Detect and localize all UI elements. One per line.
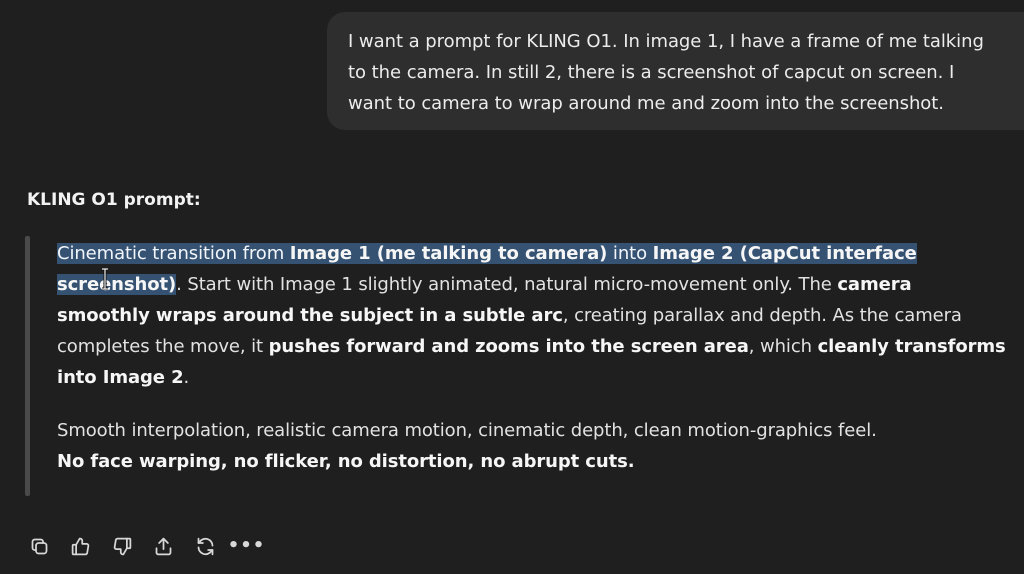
- text-segment: , creating parallax and depth. As the ca…: [562, 305, 962, 326]
- user-message-line: want to camera to wrap around me and zoo…: [348, 93, 944, 114]
- thumbs-up-icon: [71, 537, 90, 555]
- share-icon: [155, 537, 172, 555]
- copy-icon: [31, 538, 47, 554]
- regenerate-icon: [197, 537, 213, 555]
- bold-text-segment: smoothly wraps around the subject in a s…: [57, 305, 563, 326]
- good-response-button[interactable]: [67, 532, 95, 560]
- selected-bold-text: screenshot): [57, 274, 177, 295]
- text-cursor-icon: [102, 268, 108, 290]
- prompt-line-4[interactable]: completes the move, it pushes forward an…: [57, 332, 1006, 363]
- more-options-button[interactable]: •••: [228, 532, 265, 560]
- text-segment: , which: [748, 336, 818, 357]
- text-segment: into: [607, 243, 653, 264]
- bold-text-segment: No face warping, no flicker, no distorti…: [57, 451, 635, 472]
- copy-button[interactable]: [25, 532, 53, 560]
- bad-response-button[interactable]: [108, 532, 136, 560]
- bold-text-segment: camera: [837, 274, 912, 295]
- bold-text-segment: cleanly transforms: [817, 336, 1006, 357]
- prompt-line-7[interactable]: No face warping, no flicker, no distorti…: [57, 447, 635, 478]
- selected-text: Cinematic transition from Image 1 (me ta…: [57, 243, 917, 264]
- user-message-line: I want a prompt for KLING O1. In image 1…: [348, 31, 984, 52]
- user-message-line: to the camera. In still 2, there is a sc…: [348, 62, 955, 83]
- share-button[interactable]: [150, 532, 178, 560]
- more-icon: •••: [227, 535, 266, 556]
- text-segment: . Start with Image 1 slightly animated, …: [176, 274, 838, 295]
- prompt-line-1[interactable]: Cinematic transition from Image 1 (me ta…: [57, 239, 917, 270]
- message-action-toolbar: •••: [25, 530, 274, 562]
- text-segment: completes the move, it: [57, 336, 269, 357]
- user-message-bubble: I want a prompt for KLING O1. In image 1…: [327, 12, 1024, 130]
- bold-text-segment: Image 1 (me talking to camera): [289, 243, 608, 264]
- prompt-line-2[interactable]: screenshot). Start with Image 1 slightly…: [57, 270, 912, 301]
- text-segment: .: [183, 367, 190, 388]
- prompt-line-6[interactable]: Smooth interpolation, realistic camera m…: [57, 416, 877, 447]
- regenerate-button[interactable]: [191, 532, 219, 560]
- bold-text-segment: pushes forward and zooms into the screen…: [268, 336, 749, 357]
- prompt-line-5[interactable]: into Image 2.: [57, 363, 189, 394]
- text-segment: Cinematic transition from: [57, 243, 290, 264]
- bold-text-segment: Image 2 (CapCut interface: [652, 243, 917, 264]
- thumbs-down-icon: [113, 537, 131, 555]
- bold-text-segment: into Image 2: [57, 367, 184, 388]
- response-heading: KLING O1 prompt:: [27, 190, 201, 210]
- chat-page: I want a prompt for KLING O1. In image 1…: [0, 0, 1024, 574]
- prompt-blockquote[interactable]: Cinematic transition from Image 1 (me ta…: [25, 236, 1015, 496]
- prompt-line-3[interactable]: smoothly wraps around the subject in a s…: [57, 301, 962, 332]
- blockquote-bar: [25, 236, 30, 496]
